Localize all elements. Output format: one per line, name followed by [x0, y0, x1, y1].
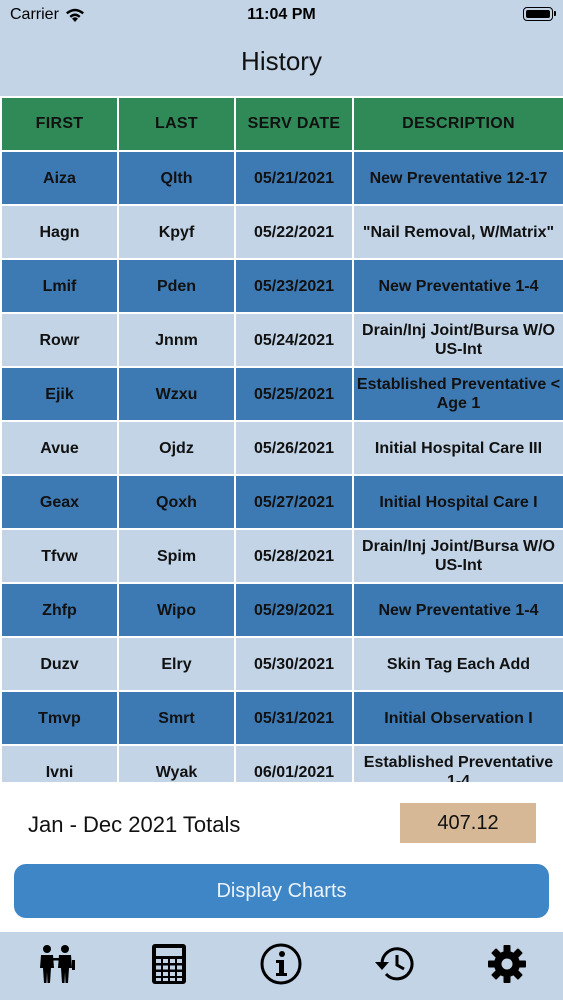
cell-first: Ivni	[0, 744, 119, 782]
cell-serv-date: 06/01/2021	[234, 744, 354, 782]
cell-last: Jnnm	[117, 312, 236, 368]
cell-first: Rowr	[0, 312, 119, 368]
cell-last: Ojdz	[117, 420, 236, 476]
cell-first: Tmvp	[0, 690, 119, 746]
cell-last: Wzxu	[117, 366, 236, 422]
tab-history[interactable]	[364, 939, 424, 989]
cell-serv-date: 05/21/2021	[234, 150, 354, 206]
cell-serv-date: 05/24/2021	[234, 312, 354, 368]
info-icon	[260, 943, 302, 985]
tab-bar	[0, 932, 563, 1000]
cell-serv-date: 05/31/2021	[234, 690, 354, 746]
table-row[interactable]: Ivni Wyak 06/01/2021 Established Preventati…	[0, 744, 563, 782]
table-row[interactable]: Rowr Jnnm 05/24/2021 Drain/Inj Joint/Bursa …	[0, 312, 563, 368]
cell-first: Geax	[0, 474, 119, 530]
cell-description: New Preventative 1-4	[352, 582, 563, 638]
history-table-scroll[interactable]: FIRST LAST SERV DATE DESCRIPTION Aiza Qlt…	[0, 96, 563, 782]
table-row[interactable]: Duzv Elry 05/30/2021 Skin Tag Each Add	[0, 636, 563, 692]
status-bar: Carrier 11:04 PM	[0, 0, 563, 30]
cell-description: Skin Tag Each Add	[352, 636, 563, 692]
cell-first: Lmif	[0, 258, 119, 314]
people-icon	[40, 945, 76, 983]
cell-description: Established Preventative 1-4	[352, 744, 563, 782]
column-header-serv-date[interactable]: SERV DATE	[234, 96, 354, 152]
cell-serv-date: 05/26/2021	[234, 420, 354, 476]
cell-last: Smrt	[117, 690, 236, 746]
cell-first: Aiza	[0, 150, 119, 206]
gear-icon	[487, 945, 526, 983]
cell-description: New Preventative 1-4	[352, 258, 563, 314]
table-header-row: FIRST LAST SERV DATE DESCRIPTION	[0, 96, 563, 152]
cell-description: Initial Hospital Care III	[352, 420, 563, 476]
cell-serv-date: 05/29/2021	[234, 582, 354, 638]
battery-icon	[523, 7, 556, 21]
cell-last: Qlth	[117, 150, 236, 206]
totals-section: Jan - Dec 2021 Totals 407.12 Display Cha…	[0, 782, 563, 932]
cell-last: Pden	[117, 258, 236, 314]
cell-first: Zhfp	[0, 582, 119, 638]
tab-patients[interactable]	[26, 939, 86, 989]
table-row[interactable]: Aiza Qlth 05/21/2021 New Preventative 12-17	[0, 150, 563, 206]
cell-description: "Nail Removal, W/Matrix"	[352, 204, 563, 260]
table-row[interactable]: Hagn Kpyf 05/22/2021 "Nail Removal, W/Matri…	[0, 204, 563, 260]
cell-serv-date: 05/27/2021	[234, 474, 354, 530]
cell-last: Spim	[117, 528, 236, 584]
page-title: History	[241, 46, 322, 76]
cell-first: Duzv	[0, 636, 119, 692]
cell-serv-date: 05/23/2021	[234, 258, 354, 314]
cell-last: Qoxh	[117, 474, 236, 530]
cell-description: Initial Observation I	[352, 690, 563, 746]
table-row[interactable]: Tmvp Smrt 05/31/2021 Initial Observation I	[0, 690, 563, 746]
top-area: Carrier 11:04 PM History	[0, 0, 563, 96]
column-header-description[interactable]: DESCRIPTION	[352, 96, 563, 152]
table-row[interactable]: Lmif Pden 05/23/2021 New Preventative 1-4	[0, 258, 563, 314]
cell-last: Wipo	[117, 582, 236, 638]
cell-first: Ejik	[0, 366, 119, 422]
display-charts-button[interactable]: Display Charts	[14, 864, 549, 918]
cell-serv-date: 05/28/2021	[234, 528, 354, 584]
table-row[interactable]: Ejik Wzxu 05/25/2021 Established Preventati…	[0, 366, 563, 422]
cell-last: Elry	[117, 636, 236, 692]
cell-last: Kpyf	[117, 204, 236, 260]
table-row[interactable]: Avue Ojdz 05/26/2021 Initial Hospital Care …	[0, 420, 563, 476]
tab-calculator[interactable]	[139, 939, 199, 989]
tab-settings[interactable]	[477, 939, 537, 989]
cell-description: Established Preventative < Age 1	[352, 366, 563, 422]
totals-value: 407.12	[400, 803, 536, 843]
cell-description: Drain/Inj Joint/Bursa W/O US-Int	[352, 312, 563, 368]
cell-last: Wyak	[117, 744, 236, 782]
tab-info[interactable]	[251, 939, 311, 989]
cell-description: Drain/Inj Joint/Bursa W/O US-Int	[352, 528, 563, 584]
cell-description: Initial Hospital Care I	[352, 474, 563, 530]
cell-first: Tfvw	[0, 528, 119, 584]
history-icon	[375, 947, 414, 981]
cell-first: Avue	[0, 420, 119, 476]
clock: 11:04 PM	[247, 6, 316, 23]
calculator-icon	[151, 944, 186, 984]
column-header-first[interactable]: FIRST	[0, 96, 119, 152]
history-table: FIRST LAST SERV DATE DESCRIPTION Aiza Qlt…	[0, 96, 563, 782]
column-header-last[interactable]: LAST	[117, 96, 236, 152]
table-row[interactable]: Geax Qoxh 05/27/2021 Initial Hospital Care …	[0, 474, 563, 530]
table-row[interactable]: Zhfp Wipo 05/29/2021 New Preventative 1-4	[0, 582, 563, 638]
table-row[interactable]: Tfvw Spim 05/28/2021 Drain/Inj Joint/Bursa …	[0, 528, 563, 584]
cell-description: New Preventative 12-17	[352, 150, 563, 206]
cell-first: Hagn	[0, 204, 119, 260]
cell-serv-date: 05/22/2021	[234, 204, 354, 260]
cell-serv-date: 05/25/2021	[234, 366, 354, 422]
cell-serv-date: 05/30/2021	[234, 636, 354, 692]
totals-label: Jan - Dec 2021 Totals	[28, 812, 241, 837]
